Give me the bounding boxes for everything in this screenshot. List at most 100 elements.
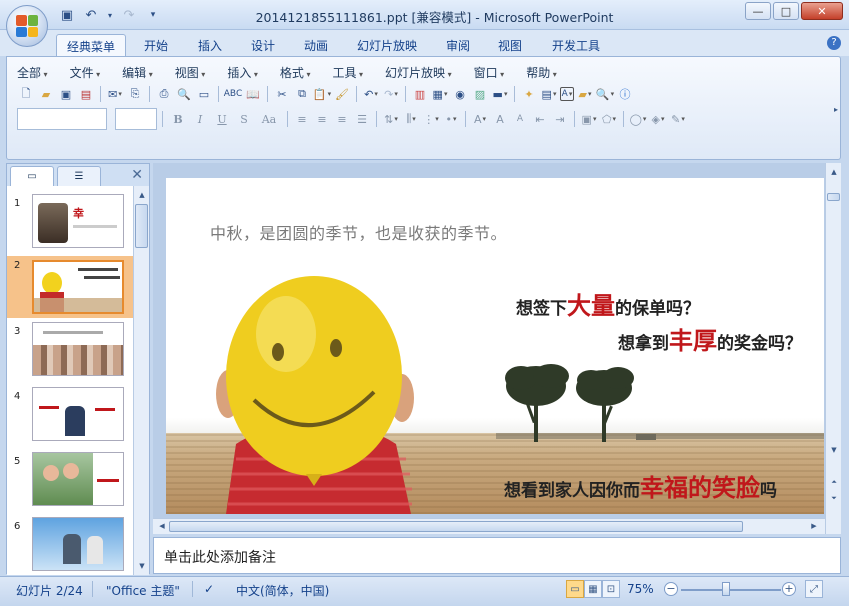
scroll-down-icon[interactable]: ▼ — [827, 443, 841, 457]
layout-icon[interactable]: ▤ — [540, 85, 558, 103]
paste-icon[interactable]: 📋 — [313, 85, 331, 103]
shape-style-icon[interactable]: ◯ — [629, 110, 647, 128]
help-icon[interactable]: ? — [827, 36, 841, 50]
tab-view[interactable]: 视图 — [488, 34, 532, 56]
slide-sorter-button[interactable]: ▦ — [584, 580, 602, 598]
ribbon-expand-icon[interactable]: ▸ — [834, 105, 838, 114]
tab-home[interactable]: 开始 — [134, 34, 178, 56]
format-painter-icon[interactable]: 🖌 — [333, 85, 351, 103]
align-center-icon[interactable]: ≡ — [313, 110, 331, 128]
menu-edit[interactable]: 编辑 — [122, 64, 153, 81]
spellcheck-icon[interactable]: ✓ — [204, 582, 214, 596]
question-1[interactable]: 想签下大量的保单吗？ — [516, 286, 700, 321]
panel-close-icon[interactable]: ✕ — [131, 167, 143, 183]
font-combo[interactable] — [17, 108, 107, 130]
tab-classic-menu[interactable]: 经典菜单 — [56, 34, 127, 56]
decrease-indent-icon[interactable]: ⇤ — [531, 110, 549, 128]
horizontal-scrollbar[interactable]: ◀ ▶ — [153, 518, 825, 534]
publish-icon[interactable]: ⎘ — [126, 85, 144, 103]
copy-icon[interactable]: ⧉ — [293, 85, 311, 103]
change-case-button[interactable]: Aa — [256, 109, 282, 129]
folder-icon[interactable]: ▰ — [576, 85, 594, 103]
zoom-icon[interactable]: 🔍 — [596, 85, 614, 103]
underline-button[interactable]: U — [212, 109, 232, 129]
scroll-right-icon[interactable]: ▶ — [807, 519, 821, 533]
language[interactable]: 中文(简体，中国) — [236, 582, 329, 599]
office-button[interactable] — [6, 5, 48, 47]
scroll-up-icon[interactable]: ▲ — [135, 188, 149, 202]
menu-file[interactable]: 文件 — [70, 64, 101, 81]
tab-design[interactable]: 设计 — [241, 34, 285, 56]
tab-slideshow[interactable]: 幻灯片放映 — [347, 34, 427, 56]
menu-slideshow[interactable]: 幻灯片放映 — [385, 64, 452, 81]
tab-review[interactable]: 审阅 — [436, 34, 480, 56]
numbering-icon[interactable]: ⋮ — [422, 110, 440, 128]
align-left-icon[interactable]: ≡ — [293, 110, 311, 128]
redo-icon[interactable]: ↷ — [382, 85, 400, 103]
font-size-combo[interactable] — [115, 108, 157, 130]
scroll-left-icon[interactable]: ◀ — [155, 519, 169, 533]
save-icon[interactable]: ▣ — [57, 85, 75, 103]
zoom-out-icon[interactable]: − — [664, 582, 678, 596]
textbox-icon[interactable]: A — [560, 87, 574, 101]
zoom-slider-thumb[interactable] — [722, 582, 730, 596]
slideshow-button[interactable]: ⊡ — [602, 580, 620, 598]
question-2[interactable]: 想拿到丰厚的奖金吗？ — [618, 321, 802, 356]
shadow-button[interactable]: S — [234, 109, 254, 129]
cut-icon[interactable]: ✂ — [273, 85, 291, 103]
menu-tools[interactable]: 工具 — [332, 64, 363, 81]
line-color-icon[interactable]: ✎ — [669, 110, 687, 128]
justify-icon[interactable]: ☰ — [353, 110, 371, 128]
spelling-icon[interactable]: ABC — [224, 85, 242, 103]
permission-icon[interactable]: ▤ — [77, 85, 95, 103]
notes-pane[interactable]: 单击此处添加备注 — [153, 537, 841, 574]
columns-icon[interactable]: ⫼ — [402, 110, 420, 128]
tab-insert[interactable]: 插入 — [188, 34, 232, 56]
scroll-down-icon[interactable]: ▼ — [135, 559, 149, 573]
slide-subtitle[interactable]: 中秋，是团圆的季节，也是收获的季节。 — [210, 220, 507, 244]
question-3[interactable]: 想看到家人因你而幸福的笑脸吗 — [504, 468, 777, 503]
vertical-scrollbar[interactable]: ▲ ▼ ⏶ ⏷ — [825, 163, 841, 534]
theme-name[interactable]: "Office 主题" — [106, 582, 180, 599]
slide-thumbnail[interactable]: 6 — [7, 517, 133, 575]
font-color-icon[interactable]: A — [471, 110, 489, 128]
shapes-icon[interactable]: ⬠ — [600, 110, 618, 128]
zoom-in-icon[interactable]: + — [782, 582, 796, 596]
slide-thumbnail[interactable]: 5 — [7, 452, 133, 516]
tab-slides[interactable]: ▭ — [10, 166, 54, 186]
scroll-thumb[interactable] — [135, 204, 148, 248]
print-preview-icon[interactable]: 🔍 — [175, 85, 193, 103]
help-circle-icon[interactable]: ⓘ — [616, 85, 634, 103]
open-icon[interactable]: ▰ — [37, 85, 55, 103]
print-icon[interactable]: ⎙ — [155, 85, 173, 103]
increase-indent-icon[interactable]: ⇥ — [551, 110, 569, 128]
vscroll-thumb[interactable] — [827, 193, 840, 201]
email-icon[interactable]: ✉ — [106, 85, 124, 103]
hscroll-thumb[interactable] — [169, 521, 743, 532]
shrink-font-icon[interactable]: A — [511, 110, 529, 128]
zoom-slider[interactable] — [681, 589, 781, 591]
menu-all[interactable]: 全部 — [17, 64, 48, 81]
menu-window[interactable]: 窗口 — [474, 64, 505, 81]
italic-button[interactable]: I — [190, 109, 210, 129]
picture-icon[interactable]: ▨ — [471, 85, 489, 103]
tab-developer[interactable]: 开发工具 — [542, 34, 610, 56]
bold-button[interactable]: B — [168, 109, 188, 129]
menu-view[interactable]: 视图 — [175, 64, 206, 81]
previous-slide-icon[interactable]: ⏶ — [827, 475, 841, 489]
minimize-button[interactable]: — — [745, 2, 771, 20]
bullets-icon[interactable]: • — [442, 110, 460, 128]
tab-animations[interactable]: 动画 — [294, 34, 338, 56]
notes-placeholder[interactable]: 单击此处添加备注 — [164, 547, 276, 567]
color-grayscale-icon[interactable]: ▬ — [491, 85, 509, 103]
slide-thumbnail[interactable]: 3 — [7, 322, 133, 386]
slide-thumbnail[interactable]: 4 — [7, 387, 133, 451]
clipart-icon[interactable]: ◉ — [451, 85, 469, 103]
arrange-icon[interactable]: ▣ — [580, 110, 598, 128]
scroll-up-icon[interactable]: ▲ — [827, 165, 841, 179]
table-icon[interactable]: ▦ — [431, 85, 449, 103]
grow-font-icon[interactable]: A — [491, 110, 509, 128]
close-button[interactable]: ✕ — [801, 2, 843, 20]
menu-format[interactable]: 格式 — [280, 64, 311, 81]
slide-thumbnail[interactable]: 1 幸 — [7, 194, 133, 258]
